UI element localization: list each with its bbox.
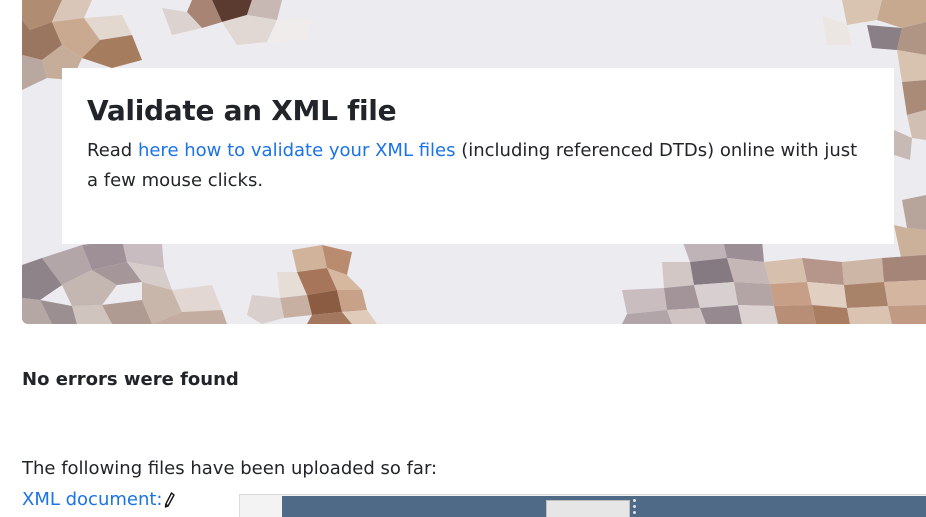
page: Validate an XML file Read here how to va… xyxy=(0,0,926,517)
uploaded-files-intro: The following files have been uploaded s… xyxy=(22,458,438,479)
preview-dots-icon xyxy=(633,499,637,517)
xml-document-row: XML document: xyxy=(22,488,175,515)
hero-card: Validate an XML file Read here how to va… xyxy=(62,68,894,244)
validate-howto-link[interactable]: here how to validate your XML files xyxy=(138,140,456,161)
pencil-icon[interactable] xyxy=(164,491,175,515)
hero-text-before: Read xyxy=(87,140,138,161)
hero-description: Read here how to validate your XML files… xyxy=(87,136,869,196)
preview-screenshot xyxy=(282,496,926,517)
page-title: Validate an XML file xyxy=(87,94,397,127)
preview-window xyxy=(546,500,630,517)
xml-document-link[interactable]: XML document: xyxy=(22,489,163,510)
document-preview xyxy=(239,494,926,517)
validation-status: No errors were found xyxy=(22,369,239,390)
hero-banner: Validate an XML file Read here how to va… xyxy=(22,0,926,324)
